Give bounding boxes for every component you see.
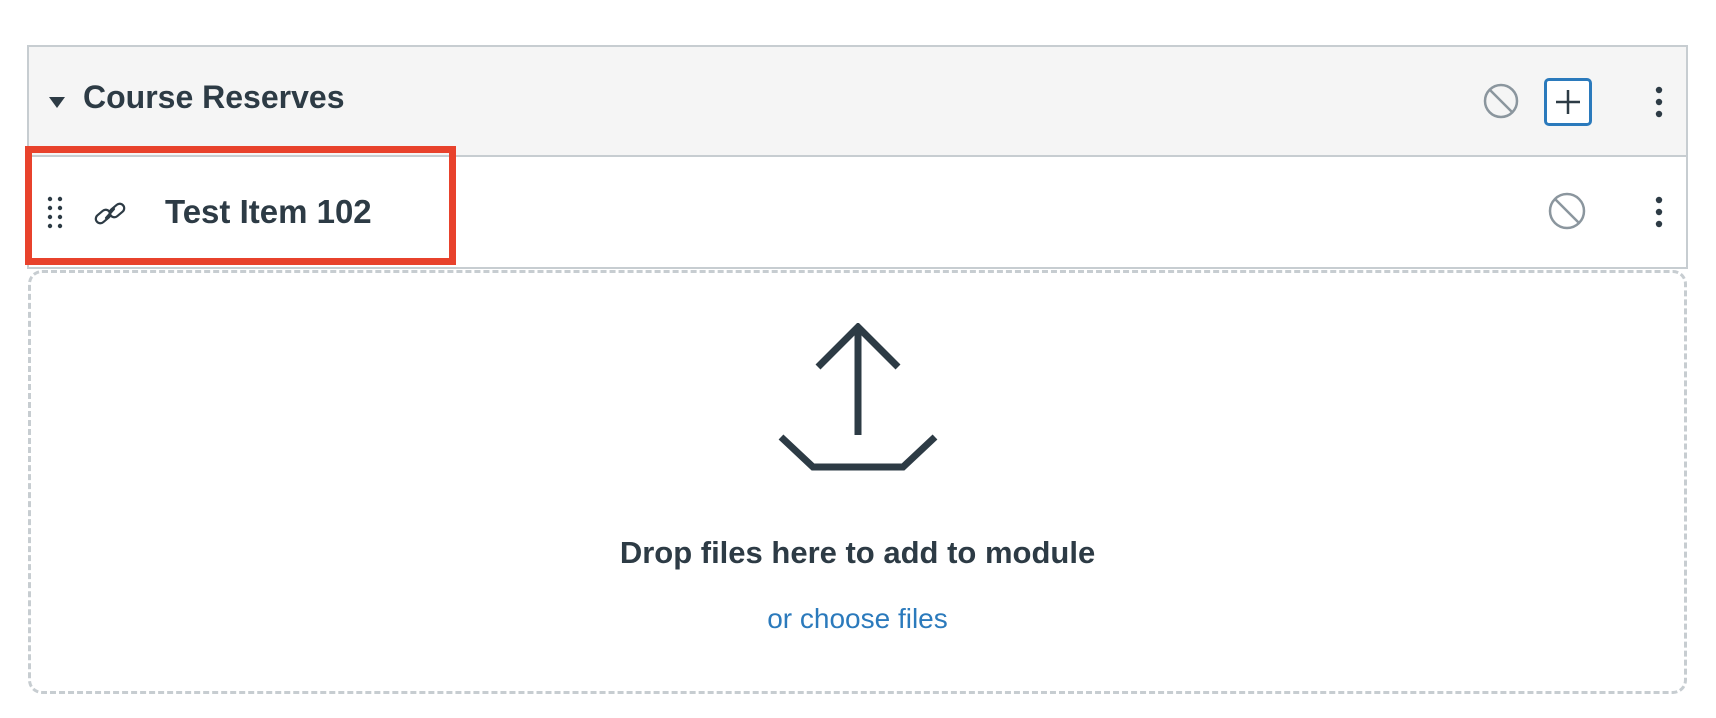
file-dropzone[interactable]: Drop files here to add to module or choo… — [28, 270, 1687, 694]
module-title[interactable]: Course Reserves — [83, 79, 344, 116]
choose-files-link-text[interactable]: or choose files — [767, 603, 948, 634]
dropzone-message: Drop files here to add to module — [619, 535, 1096, 570]
caret-down-icon[interactable] — [49, 97, 65, 108]
unpublished-icon[interactable] — [1481, 81, 1521, 121]
drag-handle-icon[interactable] — [46, 195, 64, 231]
kebab-menu-icon[interactable] — [1649, 82, 1669, 122]
module: Course Reserves Test Item 102 — [27, 45, 1688, 269]
add-item-button[interactable] — [1544, 78, 1592, 126]
choose-files-link: or choose files — [31, 603, 1684, 635]
upload-icon — [778, 322, 938, 483]
kebab-menu-icon[interactable] — [1649, 192, 1669, 232]
module-header[interactable]: Course Reserves — [27, 45, 1688, 157]
unpublished-icon[interactable] — [1546, 190, 1588, 232]
link-icon — [91, 195, 129, 233]
module-item: Test Item 102 — [27, 157, 1688, 269]
module-item-title[interactable]: Test Item 102 — [165, 193, 372, 231]
add-icon — [1556, 90, 1580, 114]
